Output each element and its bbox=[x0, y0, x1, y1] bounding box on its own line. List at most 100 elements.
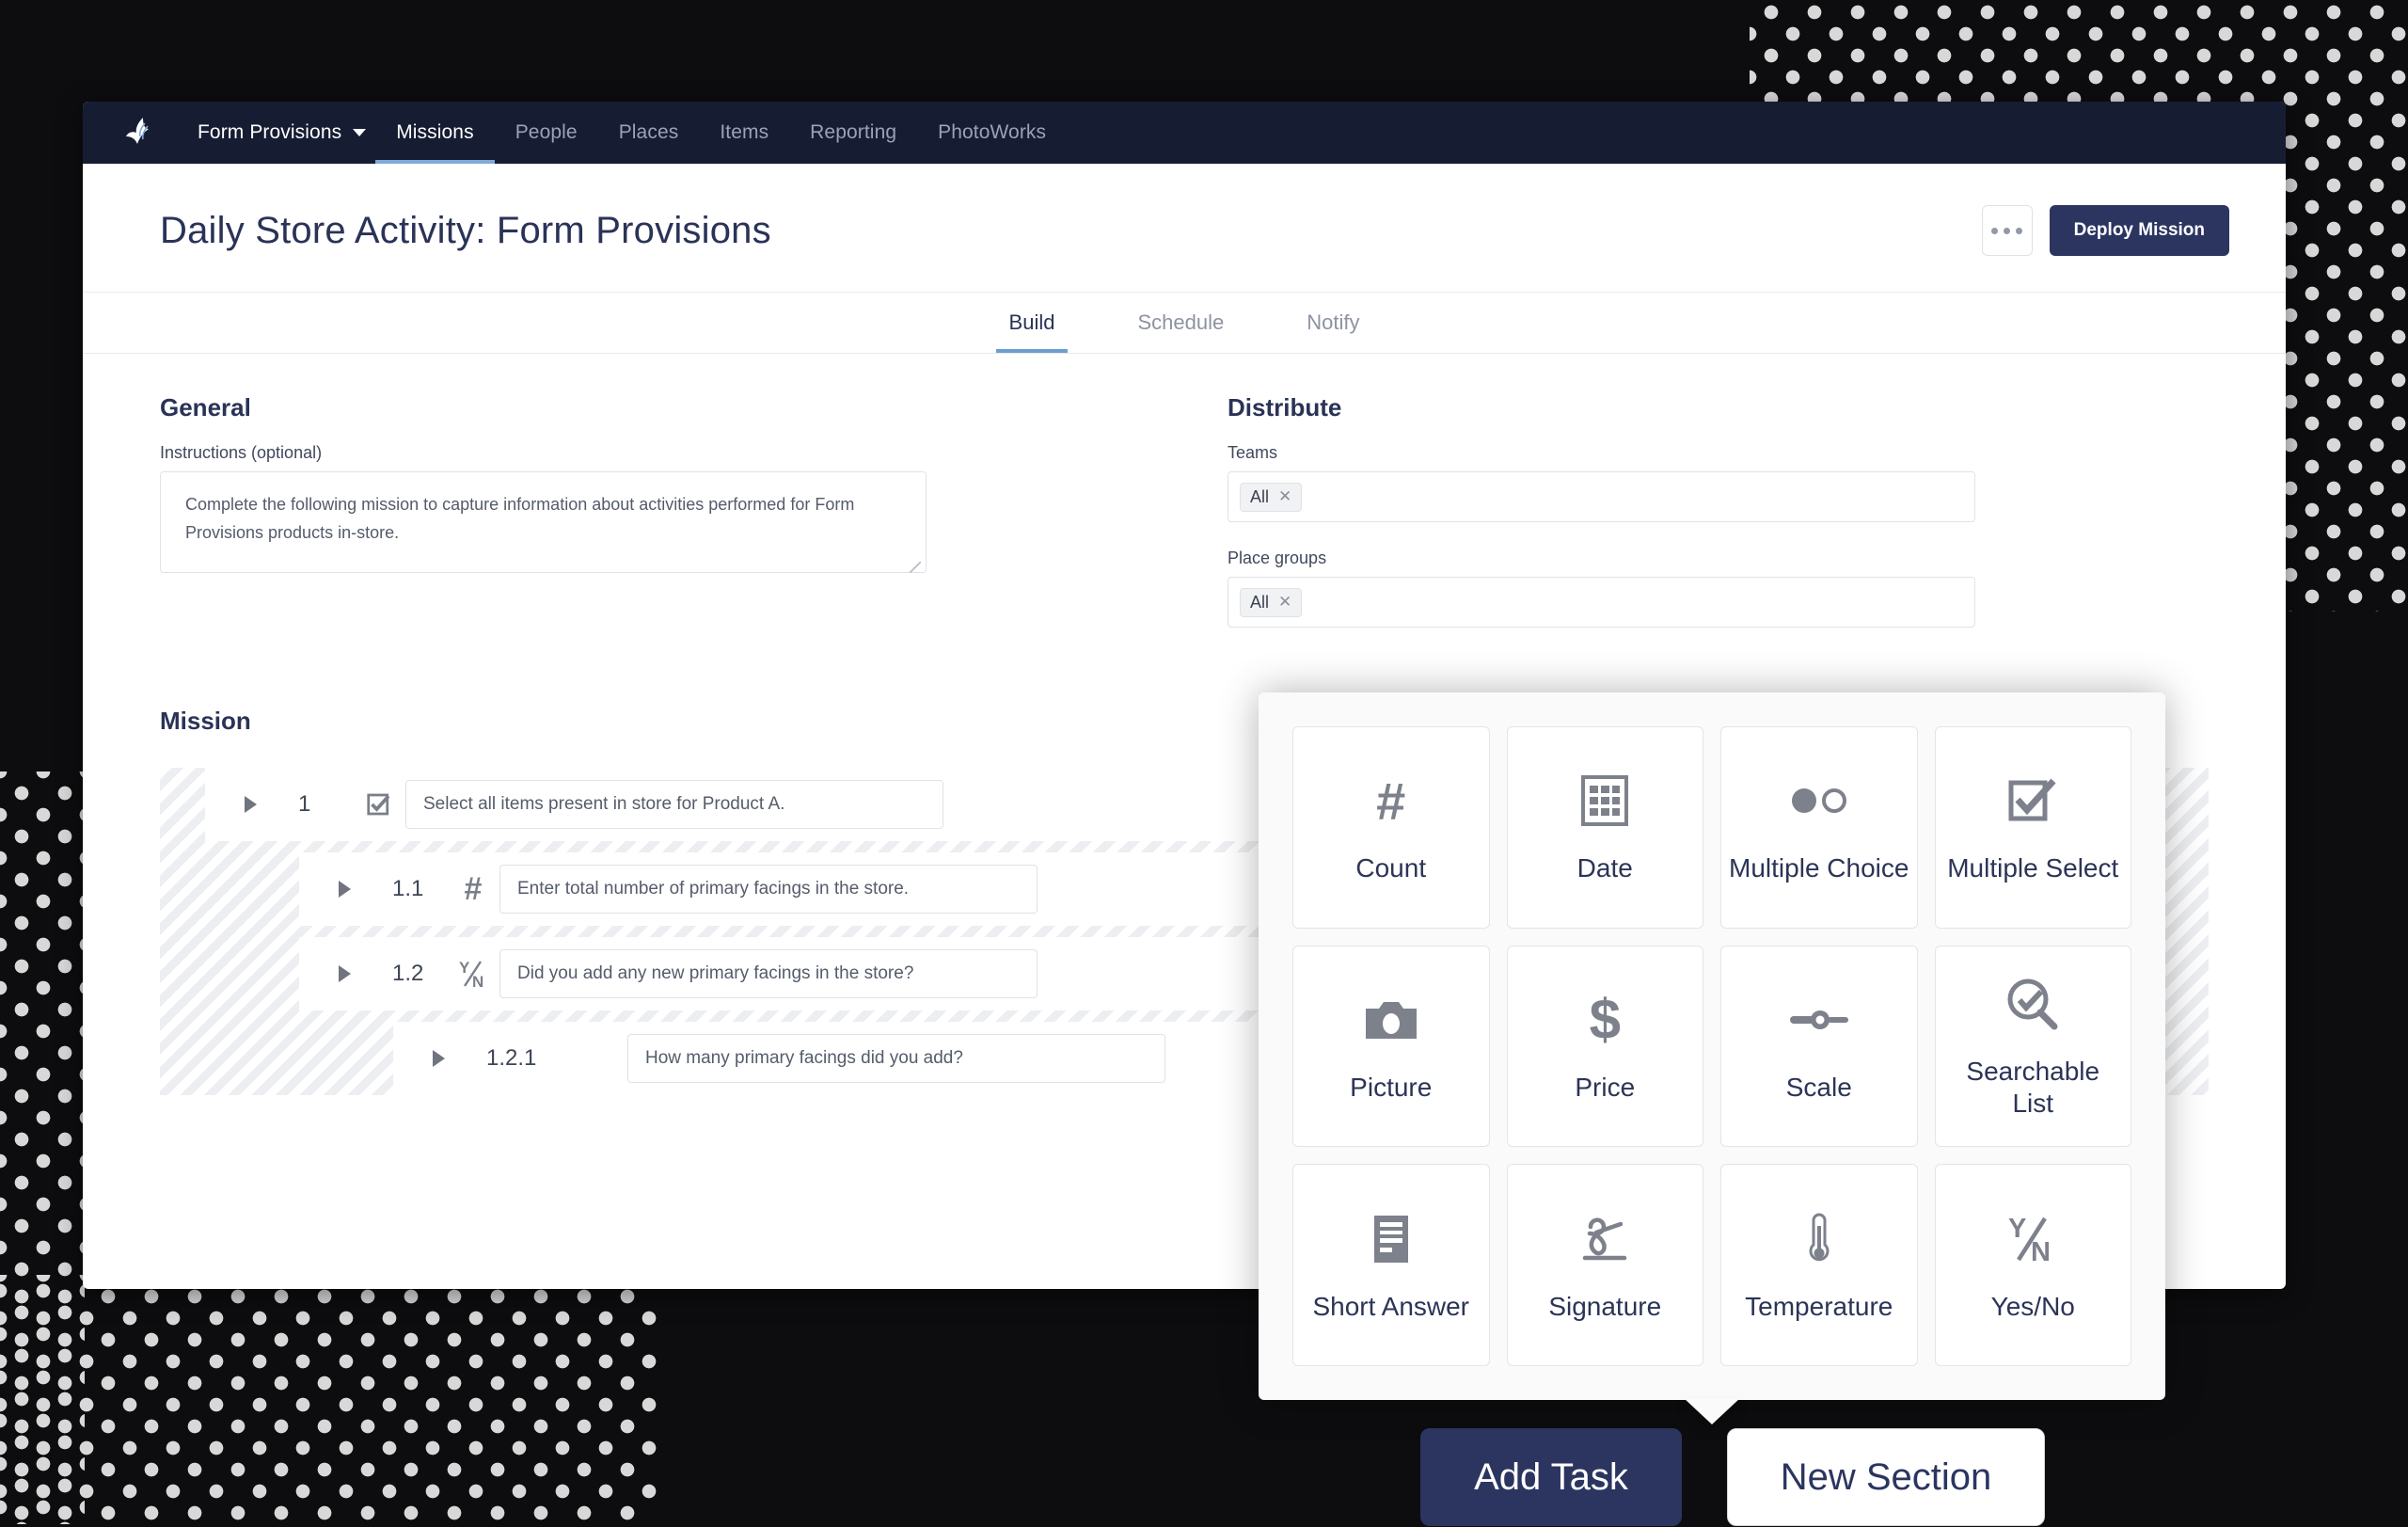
page-header: Daily Store Activity: Form Provisions De… bbox=[83, 164, 2286, 292]
teams-input[interactable]: All ✕ bbox=[1228, 471, 1975, 522]
expand-triangle-icon[interactable] bbox=[433, 1050, 445, 1067]
nav-item-reporting[interactable]: Reporting bbox=[789, 102, 917, 164]
task-type-yes-no[interactable]: Y N Yes/No bbox=[1934, 1164, 2131, 1366]
decorative-dot-pattern-bottom-left bbox=[0, 1275, 658, 1527]
task-type-price[interactable]: $ Price bbox=[1506, 945, 1703, 1148]
nav-item-items[interactable]: Items bbox=[699, 102, 789, 164]
place-groups-token[interactable]: All ✕ bbox=[1240, 587, 1303, 617]
expand-triangle-icon[interactable] bbox=[339, 965, 351, 982]
teams-token[interactable]: All ✕ bbox=[1240, 482, 1303, 512]
tile-label: Picture bbox=[1350, 1072, 1433, 1102]
expand-triangle-icon[interactable] bbox=[245, 796, 257, 813]
task-text-input[interactable]: Did you add any new primary facings in t… bbox=[499, 949, 1038, 998]
app-logo[interactable] bbox=[103, 102, 177, 164]
tile-label: Scale bbox=[1785, 1072, 1852, 1102]
nav-item-places[interactable]: Places bbox=[598, 102, 700, 164]
expand-triangle-icon[interactable] bbox=[339, 881, 351, 898]
multiple-select-icon bbox=[353, 790, 405, 819]
task-text-input[interactable]: Enter total number of primary facings in… bbox=[499, 865, 1038, 914]
close-x-icon[interactable]: ✕ bbox=[1278, 593, 1291, 612]
place-groups-input[interactable]: All ✕ bbox=[1228, 577, 1975, 628]
build-schedule-notify-tabs: Build Schedule Notify bbox=[83, 292, 2286, 354]
nav-item-photoworks[interactable]: PhotoWorks bbox=[917, 102, 1067, 164]
radio-buttons-icon bbox=[1788, 770, 1850, 832]
nav-label: Missions bbox=[396, 121, 474, 143]
task-type-picture[interactable]: Picture bbox=[1292, 945, 1490, 1148]
task-type-picker-popover: # Count Date Multiple Choice Multiple Se… bbox=[1259, 692, 2165, 1424]
place-groups-label: Place groups bbox=[1228, 549, 1327, 567]
tab-label: Build bbox=[1008, 310, 1055, 334]
chevron-down-icon bbox=[353, 129, 367, 136]
tile-label: Temperature bbox=[1745, 1291, 1893, 1321]
slider-scale-icon bbox=[1788, 989, 1850, 1051]
nav-label: Reporting bbox=[810, 121, 897, 143]
checkbox-checked-icon bbox=[2006, 770, 2059, 832]
svg-text:Y: Y bbox=[2008, 1214, 2026, 1244]
task-type-multiple-choice[interactable]: Multiple Choice bbox=[1720, 726, 1918, 929]
ellipsis-icon bbox=[2016, 227, 2023, 234]
distribute-section: Distribute Teams All ✕ Place groups All … bbox=[1228, 393, 2209, 654]
tile-label: Price bbox=[1575, 1072, 1636, 1102]
tile-label: Signature bbox=[1548, 1291, 1662, 1321]
bowtie-logo-icon bbox=[124, 116, 156, 150]
header-actions: Deploy Mission bbox=[1981, 205, 2229, 256]
general-heading: General bbox=[160, 393, 251, 422]
general-section: General Instructions (optional) bbox=[160, 393, 1141, 654]
task-type-searchable-list[interactable]: Searchable List bbox=[1934, 945, 2131, 1148]
tile-label: Short Answer bbox=[1312, 1291, 1470, 1321]
count-hash-icon: # bbox=[464, 870, 483, 907]
distribute-heading: Distribute bbox=[1228, 393, 1342, 422]
add-task-button[interactable]: Add Task bbox=[1420, 1428, 1682, 1526]
tile-label: Count bbox=[1355, 853, 1427, 883]
task-type-signature[interactable]: Signature bbox=[1506, 1164, 1703, 1366]
screenshot-stage: Form Provisions Missions People Places I… bbox=[0, 0, 2408, 1527]
task-text-input[interactable]: Select all items present in store for Pr… bbox=[405, 780, 943, 829]
mission-footer-actions: Add Task New Section bbox=[1420, 1428, 2045, 1526]
org-name: Form Provisions bbox=[198, 121, 342, 143]
task-type-short-answer[interactable]: Short Answer bbox=[1292, 1164, 1490, 1366]
text-lines-icon bbox=[1370, 1208, 1412, 1270]
tile-label: Date bbox=[1576, 853, 1633, 883]
task-text-input[interactable]: How many primary facings did you add? bbox=[627, 1034, 1165, 1083]
page-title: Daily Store Activity: Form Provisions bbox=[160, 209, 771, 251]
tab-label: Notify bbox=[1307, 310, 1360, 334]
more-options-button[interactable] bbox=[1981, 205, 2033, 256]
nav-label: Items bbox=[720, 121, 769, 143]
calendar-grid-icon bbox=[1580, 770, 1629, 832]
tab-label: Schedule bbox=[1137, 310, 1225, 334]
task-type-date[interactable]: Date bbox=[1506, 726, 1703, 929]
decorative-dot-pattern-left bbox=[0, 771, 85, 1524]
task-type-multiple-select[interactable]: Multiple Select bbox=[1934, 726, 2131, 929]
tab-schedule[interactable]: Schedule bbox=[1096, 293, 1265, 353]
nav-item-missions[interactable]: Missions bbox=[375, 102, 496, 164]
org-switcher[interactable]: Form Provisions bbox=[177, 102, 375, 164]
instructions-textarea[interactable] bbox=[160, 471, 927, 573]
thermometer-icon bbox=[1805, 1208, 1833, 1270]
close-x-icon[interactable]: ✕ bbox=[1278, 487, 1291, 506]
deploy-mission-button[interactable]: Deploy Mission bbox=[2049, 205, 2229, 256]
tab-build[interactable]: Build bbox=[968, 293, 1097, 353]
task-type-grid: # Count Date Multiple Choice Multiple Se… bbox=[1259, 692, 2165, 1400]
new-section-button[interactable]: New Section bbox=[1727, 1428, 2045, 1526]
nav-label: People bbox=[515, 121, 578, 143]
yes-no-icon: Y N bbox=[447, 958, 499, 990]
tile-label: Multiple Choice bbox=[1729, 853, 1909, 883]
task-number: 1.2 bbox=[392, 961, 424, 986]
tab-notify[interactable]: Notify bbox=[1265, 293, 1401, 353]
tile-label: Searchable List bbox=[1966, 1056, 2100, 1118]
hash-icon: # bbox=[1376, 771, 1406, 831]
textarea-resize-handle[interactable] bbox=[910, 562, 921, 573]
svg-text:Y: Y bbox=[459, 959, 470, 977]
task-type-count[interactable]: # Count bbox=[1292, 726, 1490, 929]
svg-text:N: N bbox=[472, 973, 483, 990]
task-number: 1.2.1 bbox=[486, 1045, 537, 1071]
teams-label: Teams bbox=[1228, 443, 1278, 462]
task-type-scale[interactable]: Scale bbox=[1720, 945, 1918, 1148]
token-label: All bbox=[1250, 592, 1270, 612]
camera-icon bbox=[1364, 989, 1418, 1051]
yes-no-icon: Y N bbox=[2005, 1208, 2060, 1270]
svg-text:N: N bbox=[2031, 1237, 2051, 1266]
build-content: General Instructions (optional) Distribu… bbox=[83, 354, 2286, 654]
nav-item-people[interactable]: People bbox=[495, 102, 598, 164]
task-type-temperature[interactable]: Temperature bbox=[1720, 1164, 1918, 1366]
